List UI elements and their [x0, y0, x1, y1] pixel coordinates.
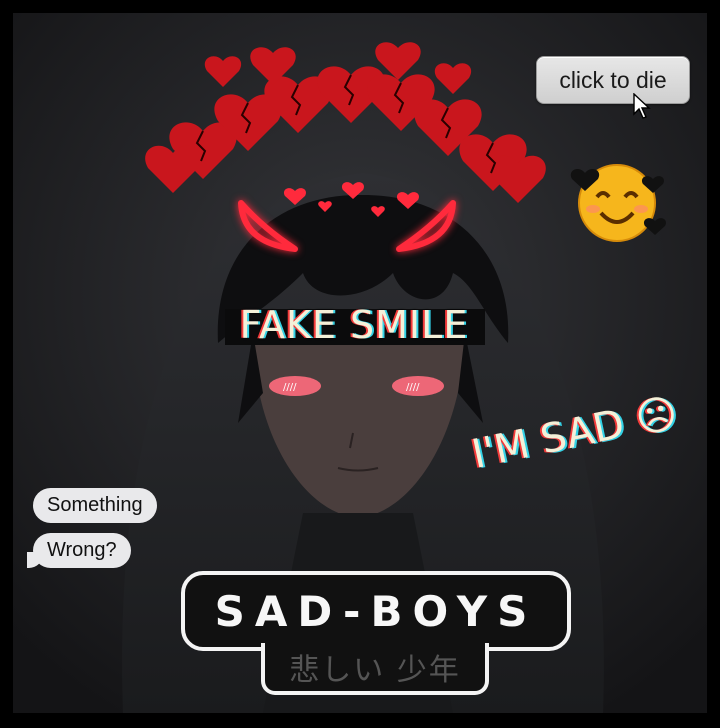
message-bubble: Something [33, 488, 157, 523]
fake-smile-text: FAKE SMILE [239, 303, 469, 347]
svg-text:////: //// [406, 382, 420, 393]
sad-boys-logo: SAD-BOYS [181, 571, 571, 651]
logo-subtitle-box: 悲しい 少年 [261, 643, 489, 695]
click-to-die-button[interactable]: click to die [536, 56, 690, 104]
logo-title: SAD-BOYS [214, 586, 538, 636]
message-bubble: Wrong? [27, 533, 131, 568]
image-frame: //// //// FAKE SMILE I'M SAD ☹ click to … [13, 13, 707, 713]
cursor-icon [633, 93, 651, 119]
svg-text:////: //// [283, 382, 297, 393]
logo-subtitle: 悲しい 少年 [289, 653, 461, 688]
